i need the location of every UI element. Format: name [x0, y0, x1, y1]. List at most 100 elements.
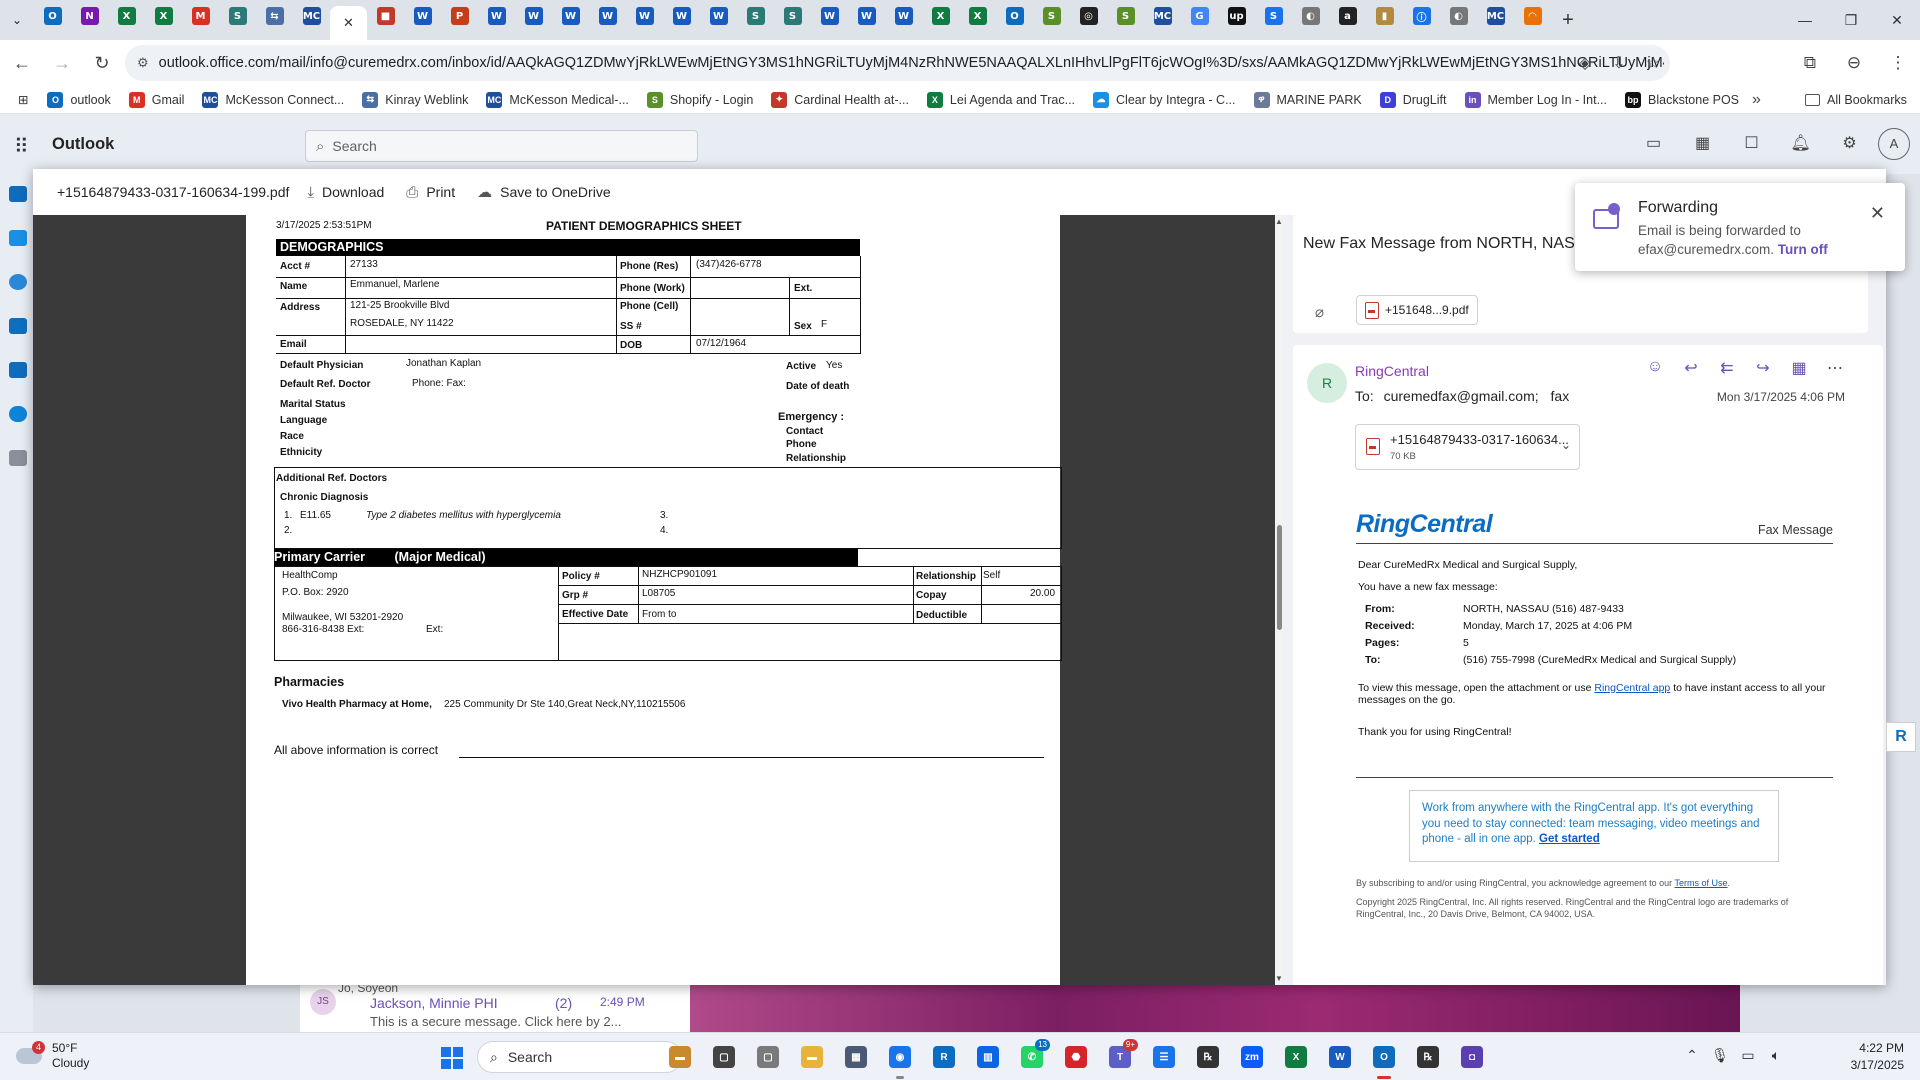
display-icon[interactable]: ▭ [1734, 1047, 1762, 1064]
taskbar-app-files-app[interactable]: ▬ [658, 1041, 702, 1073]
print-button[interactable]: ⎙ Print [406, 184, 455, 201]
browser-tab[interactable]: MC [293, 0, 330, 32]
taskbar-app-chrome[interactable]: ◉ [878, 1041, 922, 1079]
outlook-search-input[interactable]: ⌕ Search [305, 130, 698, 162]
calendar-icon[interactable] [9, 230, 27, 246]
browser-tab[interactable]: W [515, 0, 552, 32]
install-app-icon[interactable]: ⇩ [1602, 53, 1636, 73]
notifications-icon[interactable]: 🔔︎ [1776, 128, 1825, 160]
mail-icon[interactable] [9, 186, 27, 202]
taskbar-app-rx-pos[interactable]: ℞ [1186, 1041, 1230, 1073]
back-icon[interactable]: ← [4, 45, 40, 81]
close-icon[interactable]: ✕ [1870, 203, 1885, 224]
browser-tab[interactable]: MC [1477, 0, 1514, 32]
taskbar-app-rx-pos-2[interactable]: ℞ [1406, 1041, 1450, 1073]
attachment-card[interactable]: +15164879433-0317-160634... 70 KB ⌄ [1355, 424, 1580, 470]
taskbar-app-teams[interactable]: T 9+ [1098, 1039, 1142, 1073]
side-app-badge[interactable]: R [1886, 722, 1916, 752]
browser-tab[interactable]: S [1033, 0, 1070, 32]
reload-icon[interactable]: ↻ [84, 45, 120, 81]
taskbar-app-notes[interactable]: ☰ [1142, 1041, 1186, 1073]
apps-grid-icon[interactable]: ⊞ [0, 92, 38, 107]
weather-widget[interactable]: 4 50°F Cloudy [16, 1041, 89, 1071]
browser-tab[interactable]: ■ [367, 0, 404, 32]
forward-icon[interactable]: → [44, 45, 80, 81]
bookmark-item[interactable]: S Shopify - Login [638, 91, 762, 108]
lens-icon[interactable]: ◈ [1568, 53, 1602, 73]
browser-tab[interactable]: W [626, 0, 663, 32]
browser-tab[interactable]: X [108, 0, 145, 32]
browser-tab[interactable]: G [1181, 0, 1218, 32]
taskbar-app-word[interactable]: W [1318, 1041, 1362, 1073]
browser-tab-active[interactable]: ✕ [330, 6, 367, 40]
more-options-icon[interactable]: ⋯ [1817, 358, 1853, 378]
browser-tab[interactable]: S [219, 0, 256, 32]
bookmark-item[interactable]: MC McKesson Medical-... [477, 91, 637, 108]
my-day-icon[interactable]: ☐ [1727, 128, 1776, 160]
people-icon[interactable] [9, 274, 27, 290]
reply-icon[interactable]: ↩ [1673, 358, 1709, 378]
menu-kebab-icon[interactable]: ⋮ [1876, 53, 1920, 73]
bookmark-star-icon[interactable]: ☆ [1636, 53, 1670, 73]
pdf-viewer[interactable]: 3/17/2025 2:53:51PM PATIENT DEMOGRAPHICS… [33, 215, 1275, 985]
browser-tab[interactable]: O [34, 0, 71, 32]
sender-avatar[interactable]: R [1307, 363, 1347, 403]
browser-tab[interactable]: X [145, 0, 182, 32]
browser-tab[interactable]: W [552, 0, 589, 32]
bookmark-item[interactable]: bp Blackstone POS [1616, 91, 1748, 108]
browser-tab[interactable]: ◐ [1440, 0, 1477, 32]
forward-icon[interactable]: ↪ [1745, 358, 1781, 378]
apps-grid-icon[interactable]: ▦ [1781, 358, 1817, 378]
browser-tab[interactable]: ◎ [1070, 0, 1107, 32]
browser-tab[interactable]: S [774, 0, 811, 32]
browser-tab[interactable]: S [737, 0, 774, 32]
browser-tab[interactable]: W [663, 0, 700, 32]
maximize-icon[interactable]: ❐ [1828, 0, 1874, 40]
bookmark-item[interactable]: ☁ Clear by Integra - C... [1084, 91, 1245, 108]
browser-tab[interactable]: W [700, 0, 737, 32]
apps-icon[interactable]: ▦ [1678, 128, 1727, 160]
reply-all-icon[interactable]: ⇇ [1709, 358, 1745, 378]
url-text[interactable]: outlook.office.com/mail/info@curemedrx.c… [159, 55, 1664, 71]
word-rail-icon[interactable] [9, 362, 27, 378]
taskbar-app-calculator[interactable]: ▦ [834, 1041, 878, 1073]
browser-tab[interactable]: a [1329, 0, 1366, 32]
background-message-row[interactable]: Jo, Soyeon JS Jackson, Minnie PHI (2) 2:… [300, 981, 690, 1032]
close-window-icon[interactable]: ✕ [1874, 0, 1920, 40]
bookmark-item[interactable]: D DrugLift [1371, 91, 1456, 108]
bookmark-item[interactable]: ✦ Cardinal Health at-... [762, 91, 918, 108]
minimize-icon[interactable]: — [1782, 0, 1828, 40]
terms-link[interactable]: Terms of Use [1675, 878, 1728, 888]
taskbar-app-acrobat[interactable]: ⬣ [1054, 1041, 1098, 1073]
scroll-down-icon[interactable]: ▼ [1275, 974, 1283, 983]
address-bar[interactable]: ⚙ outlook.office.com/mail/info@curemedrx… [125, 45, 1670, 81]
browser-tab[interactable]: X [922, 0, 959, 32]
microphone-icon[interactable]: 🎙︎ [1706, 1047, 1734, 1064]
taskbar-app-onenote-like[interactable]: ◘ [1450, 1041, 1494, 1073]
taskbar-app-trello[interactable]: ▥ [966, 1041, 1010, 1073]
browser-tab[interactable]: W [589, 0, 626, 32]
scroll-up-icon[interactable]: ▲ [1275, 217, 1283, 226]
browser-tab[interactable]: ▮ [1366, 0, 1403, 32]
taskbar-app-excel[interactable]: X [1274, 1041, 1318, 1073]
app-launcher-icon[interactable]: ⠿ [14, 134, 29, 159]
system-clock[interactable]: 4:22 PM 3/17/2025 [1851, 1040, 1904, 1074]
browser-tab[interactable]: W [478, 0, 515, 32]
close-tab-icon[interactable]: ✕ [340, 14, 358, 32]
browser-tab[interactable]: W [404, 0, 441, 32]
taskbar-app-outlook[interactable]: O [1362, 1041, 1406, 1079]
taskbar-app-whatsapp[interactable]: ✆ 13 [1010, 1039, 1054, 1073]
attachment-chip[interactable]: +151648...9.pdf [1356, 295, 1478, 325]
taskbar-search[interactable]: ⌕ Search [477, 1041, 682, 1073]
browser-tab[interactable]: ⇆ [256, 0, 293, 32]
browser-tab[interactable]: M [182, 0, 219, 32]
scroll-thumb[interactable] [1277, 525, 1282, 630]
meet-now-icon[interactable]: ▭ [1629, 128, 1678, 160]
turn-off-link[interactable]: Turn off [1778, 242, 1828, 257]
browser-tab[interactable]: W [885, 0, 922, 32]
all-bookmarks[interactable]: All Bookmarks [1805, 86, 1907, 114]
browser-tab[interactable]: ◐ [1292, 0, 1329, 32]
settings-gear-icon[interactable]: ⚙ [1825, 128, 1874, 160]
taskbar-app-zoom[interactable]: zm [1230, 1041, 1274, 1073]
onedrive-icon[interactable] [9, 406, 27, 422]
